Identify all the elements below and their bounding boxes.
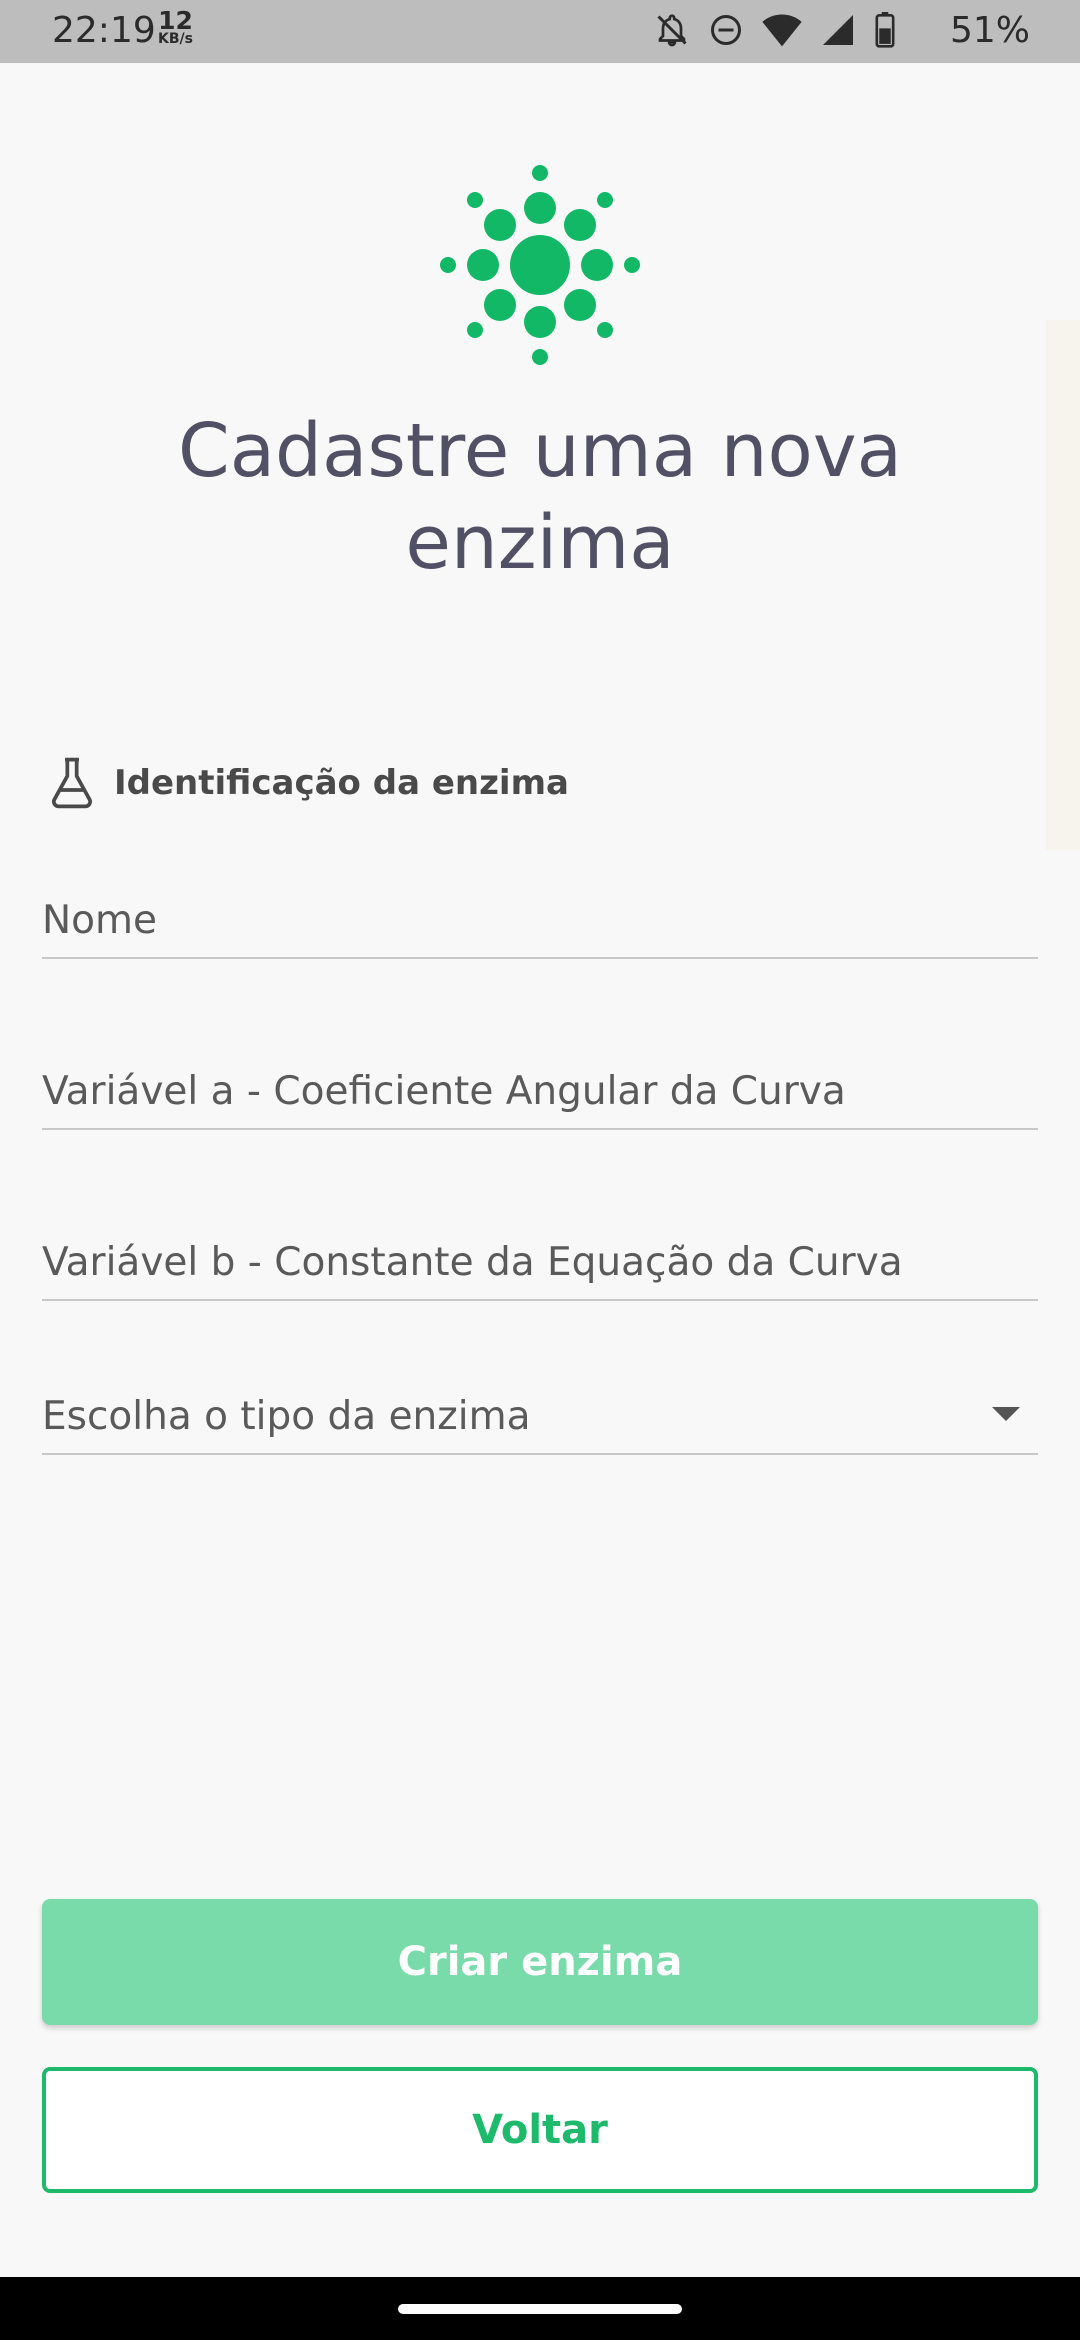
variable-b-field[interactable]: Variável b - Constante da Equação da Cur… — [42, 1215, 1038, 1301]
status-icons — [654, 12, 896, 48]
name-field-placeholder: Nome — [42, 898, 158, 943]
section-label: Identificação da enzima — [114, 763, 569, 803]
name-field[interactable]: Nome — [42, 873, 1038, 959]
enzyme-type-placeholder: Escolha o tipo da enzima — [42, 1394, 531, 1439]
wifi-icon — [762, 14, 802, 47]
create-enzyme-button[interactable]: Criar enzima — [42, 1899, 1038, 2025]
back-button[interactable]: Voltar — [42, 2067, 1038, 2193]
variable-a-placeholder: Variável a - Coeficiente Angular da Curv… — [42, 1069, 846, 1114]
edge-shadow — [1046, 320, 1080, 850]
status-bar: 22:19 12 KB/s 51% — [0, 0, 1080, 63]
variable-b-placeholder: Variável b - Constante da Equação da Cur… — [42, 1240, 903, 1285]
enzyme-type-select[interactable]: Escolha o tipo da enzima — [42, 1369, 1038, 1455]
network-speed: 12 KB/s — [158, 8, 193, 47]
battery-percentage: 51% — [949, 10, 1030, 51]
signal-icon — [823, 15, 853, 45]
dropdown-arrow-icon[interactable] — [992, 1407, 1020, 1421]
do-not-disturb-icon — [711, 15, 741, 45]
notifications-off-icon — [657, 14, 687, 47]
section-heading: Identificação da enzima — [44, 755, 569, 811]
variable-a-field[interactable]: Variável a - Coeficiente Angular da Curv… — [42, 1044, 1038, 1130]
network-speed-unit: KB/s — [158, 31, 193, 47]
status-time: 22:19 — [52, 10, 156, 51]
home-gesture-handle[interactable] — [398, 2304, 682, 2314]
battery-icon — [875, 12, 895, 48]
page-title: Cadastre uma nova enzima — [178, 408, 902, 586]
flask-icon — [52, 757, 92, 809]
enzyme-dots-logo — [440, 165, 640, 365]
